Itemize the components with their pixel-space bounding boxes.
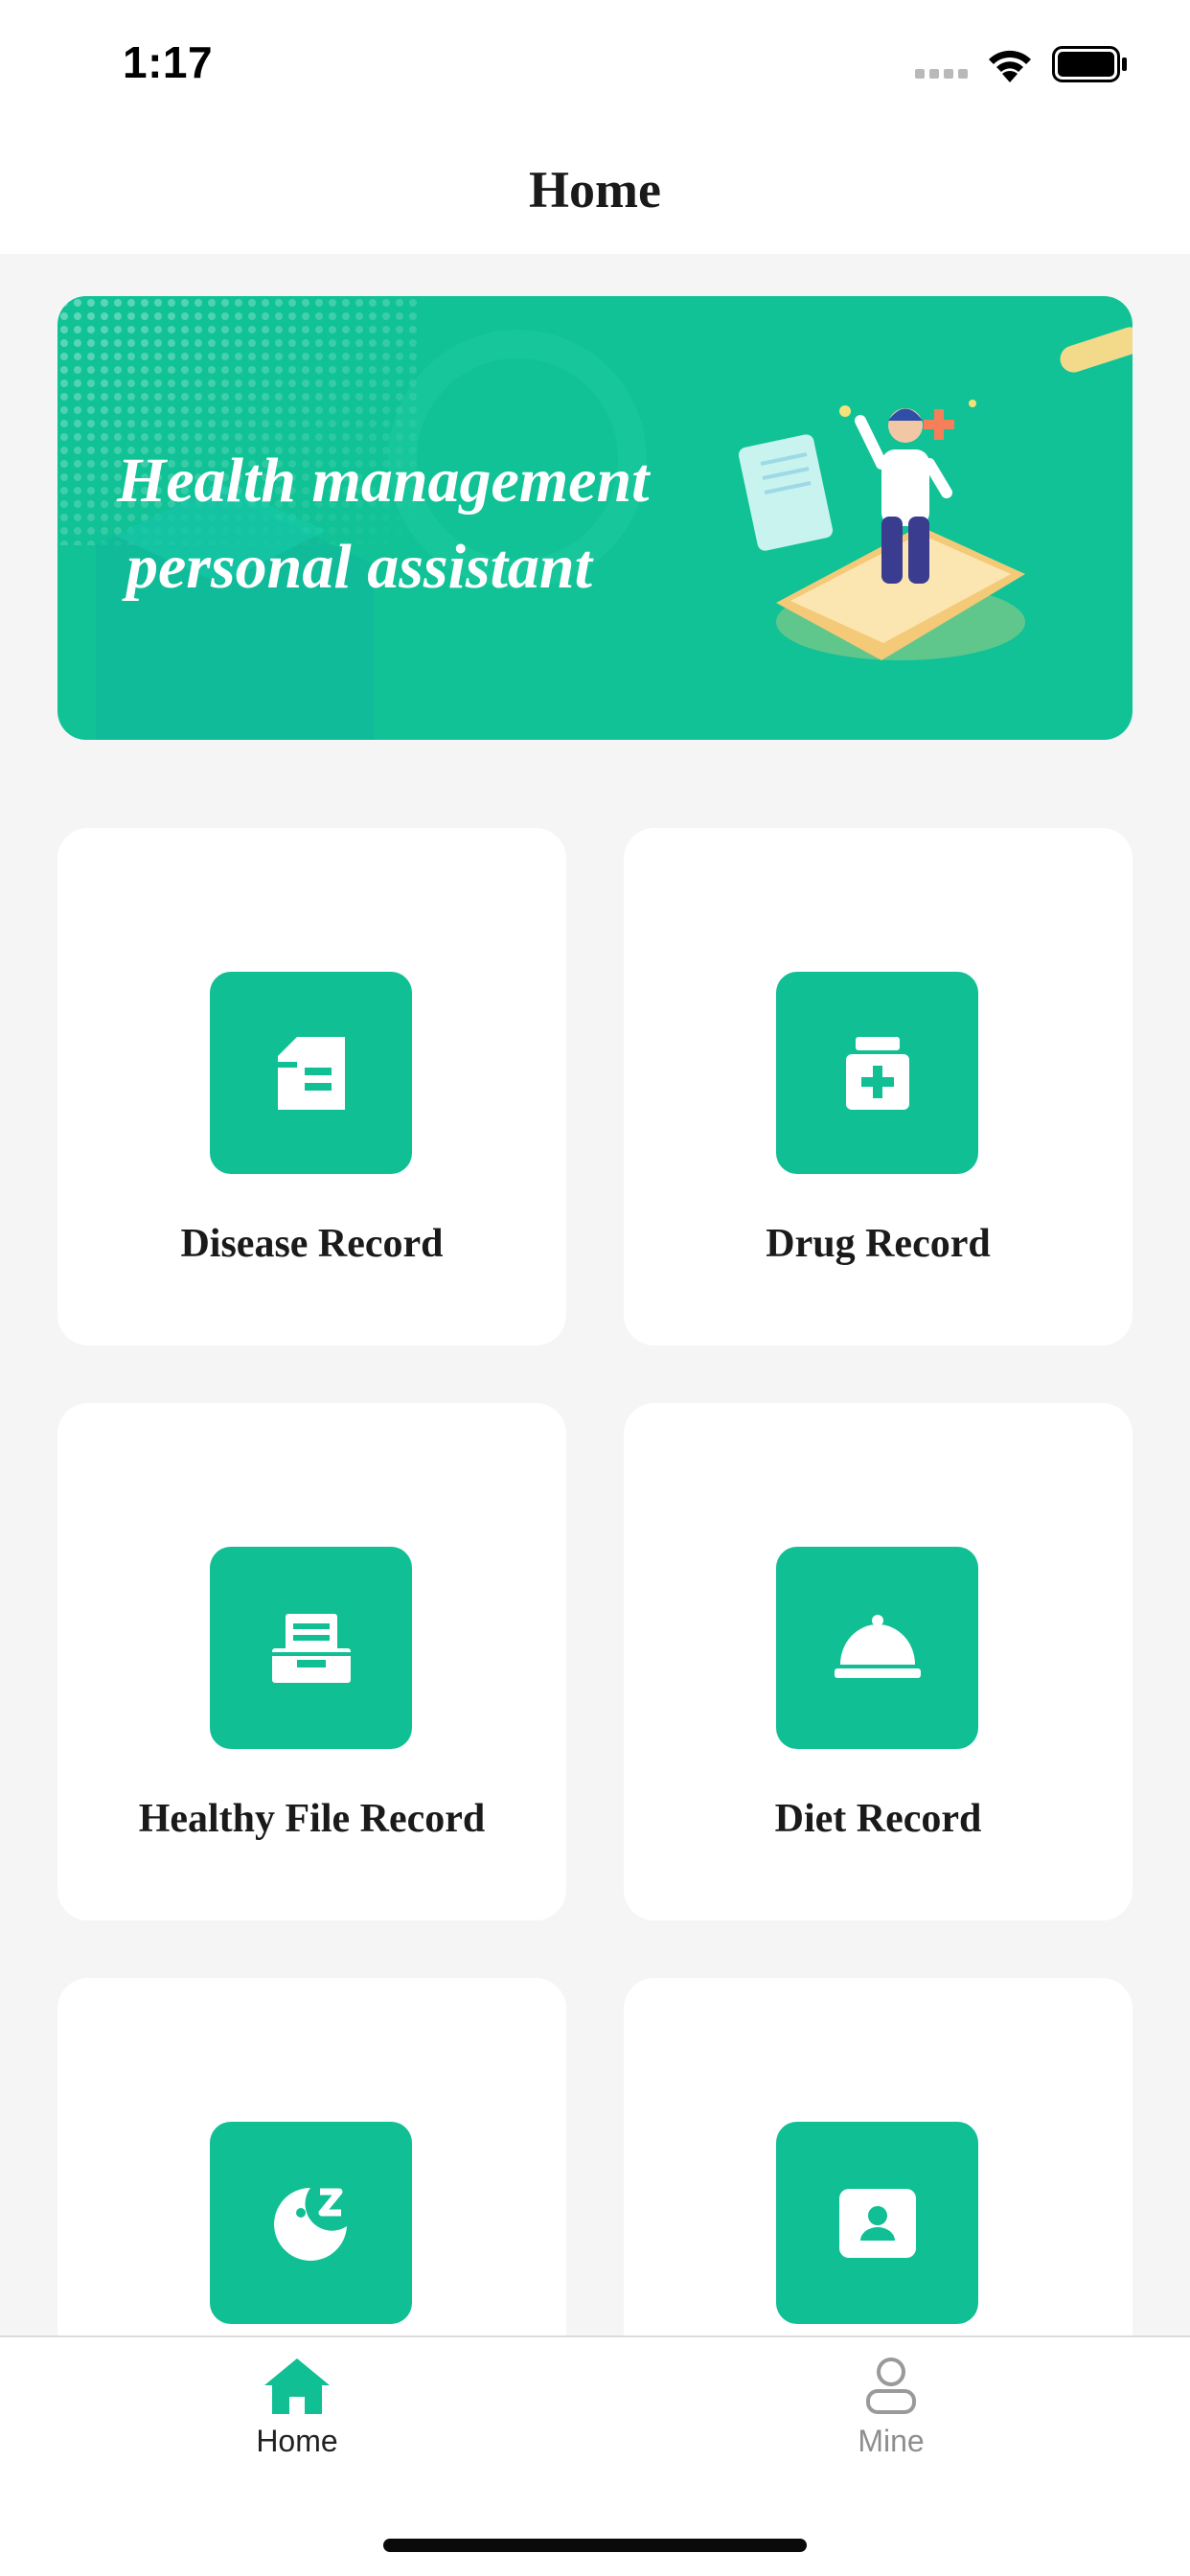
card-label: Drug Record	[766, 1222, 991, 1266]
file-box-icon	[210, 1547, 412, 1749]
status-bar: 1:17	[0, 0, 1190, 134]
tab-home-label: Home	[256, 2424, 338, 2458]
card-diet-record[interactable]: Diet Record	[624, 1403, 1133, 1920]
contact-card-icon	[776, 2122, 978, 2324]
wifi-icon	[989, 50, 1031, 82]
banner-headline: Health management personal assistant	[117, 438, 650, 610]
doctor-phone-illustration	[738, 400, 1025, 660]
food-cloche-icon	[776, 1547, 978, 1749]
page-title: Home	[529, 161, 661, 218]
card-label: Healthy File Record	[138, 1797, 486, 1841]
card-drug-record[interactable]: Drug Record	[624, 828, 1133, 1346]
navigation-bar: Home	[0, 134, 1190, 254]
sleep-moon-icon	[210, 2122, 412, 2324]
status-time: 1:17	[123, 37, 214, 87]
banner-line-1: Health management	[117, 446, 650, 516]
card-label: Disease Record	[180, 1222, 444, 1266]
card-healthy-file-record[interactable]: Healthy File Record	[57, 1403, 566, 1920]
card-label: Diet Record	[774, 1797, 982, 1841]
house-icon	[264, 2358, 330, 2414]
tab-home[interactable]: Home	[153, 2357, 441, 2491]
document-icon	[210, 972, 412, 1174]
tab-mine[interactable]: Mine	[747, 2357, 1035, 2491]
person-icon	[866, 2358, 916, 2414]
home-indicator	[383, 2539, 807, 2552]
banner-line-2: personal assistant	[126, 532, 592, 602]
cellular-signal-icon	[915, 69, 968, 79]
medicine-bottle-icon	[776, 972, 978, 1174]
card-disease-record[interactable]: Disease Record	[57, 828, 566, 1346]
tab-mine-label: Mine	[858, 2424, 925, 2458]
battery-icon	[1052, 46, 1127, 82]
hero-banner[interactable]: Health management personal assistant	[57, 296, 1133, 740]
